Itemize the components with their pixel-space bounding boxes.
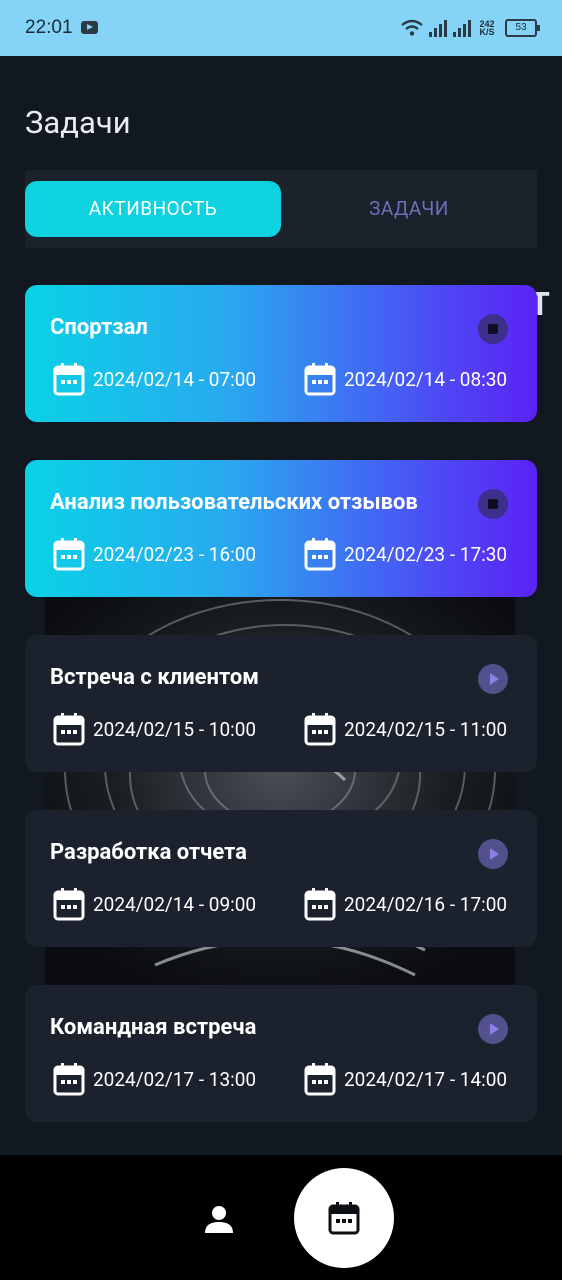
task-title: Спортзал (50, 315, 148, 340)
task-start: 2024/02/14 - 07:00 (53, 362, 256, 396)
task-start-datetime: 2024/02/15 - 10:00 (93, 717, 257, 741)
task-start-datetime: 2024/02/14 - 07:00 (93, 367, 257, 391)
tab-tasks[interactable]: ЗАДАЧИ (281, 181, 537, 237)
task-end: 2024/02/14 - 08:30 (304, 362, 507, 396)
task-end: 2024/02/17 - 14:00 (304, 1062, 507, 1096)
task-card[interactable]: Встреча с клиентом 2024/02/15 - 10:00 20… (25, 635, 537, 772)
task-end-datetime: 2024/02/15 - 11:00 (344, 717, 508, 741)
calendar-icon (53, 713, 85, 746)
task-card[interactable]: Командная встреча 2024/02/17 - 13:00 202… (25, 985, 537, 1122)
wifi-icon (401, 19, 423, 36)
signal-strength-icon-1 (429, 19, 447, 37)
task-start-datetime: 2024/02/14 - 09:00 (93, 892, 257, 916)
page-title: Задачи (25, 104, 131, 141)
calendar-icon (53, 1063, 85, 1096)
battery-icon: 53 (505, 19, 540, 37)
calendar-icon (304, 1063, 336, 1096)
task-card[interactable]: Разработка отчета 2024/02/14 - 09:00 202… (25, 810, 537, 947)
play-button[interactable] (478, 839, 508, 869)
calendar-icon (328, 1202, 360, 1235)
task-end: 2024/02/15 - 11:00 (304, 712, 507, 746)
task-title: Командная встреча (50, 1015, 257, 1040)
person-icon[interactable] (204, 1205, 234, 1235)
calendar-icon (53, 363, 85, 396)
calendar-icon (304, 363, 336, 396)
network-speed: 242 K/S (477, 20, 497, 37)
task-card[interactable]: Спортзал 2024/02/14 - 07:00 2024/02/14 -… (25, 285, 537, 422)
stop-button[interactable] (478, 314, 508, 344)
task-end-datetime: 2024/02/16 - 17:00 (344, 892, 508, 916)
task-start-datetime: 2024/02/23 - 16:00 (93, 542, 257, 566)
task-start-datetime: 2024/02/17 - 13:00 (93, 1067, 257, 1091)
status-time: 22:01 (25, 17, 73, 38)
status-icons: 242 K/S 53 (401, 16, 540, 40)
task-end-datetime: 2024/02/14 - 08:30 (344, 367, 508, 391)
task-title: Анализ пользовательских отзывов (50, 490, 418, 515)
calendar-icon (304, 713, 336, 746)
task-end: 2024/02/23 - 17:30 (304, 537, 507, 571)
calendar-nav-button[interactable] (294, 1168, 394, 1268)
calendar-icon (53, 538, 85, 571)
play-button[interactable] (478, 664, 508, 694)
task-title: Разработка отчета (50, 840, 247, 865)
calendar-icon (304, 538, 336, 571)
task-title: Встреча с клиентом (50, 665, 259, 690)
play-button[interactable] (478, 1014, 508, 1044)
task-end-datetime: 2024/02/23 - 17:30 (344, 542, 508, 566)
status-bar: 22:01 242 K/S 53 (0, 0, 562, 56)
calendar-icon (304, 888, 336, 921)
bottom-navigation (0, 1155, 562, 1280)
task-start: 2024/02/15 - 10:00 (53, 712, 256, 746)
tab-bar: АКТИВНОСТЬ ЗАДАЧИ (25, 170, 537, 248)
tab-activity[interactable]: АКТИВНОСТЬ (25, 181, 281, 237)
youtube-notification-icon (81, 21, 98, 34)
task-start: 2024/02/17 - 13:00 (53, 1062, 256, 1096)
task-end: 2024/02/16 - 17:00 (304, 887, 507, 921)
task-end-datetime: 2024/02/17 - 14:00 (344, 1067, 508, 1091)
task-start: 2024/02/14 - 09:00 (53, 887, 256, 921)
task-card[interactable]: Анализ пользовательских отзывов 2024/02/… (25, 460, 537, 597)
battery-level: 53 (515, 22, 527, 33)
task-start: 2024/02/23 - 16:00 (53, 537, 256, 571)
signal-strength-icon-2 (453, 19, 471, 37)
stop-button[interactable] (478, 489, 508, 519)
calendar-icon (53, 888, 85, 921)
network-speed-unit: K/S (479, 27, 495, 37)
